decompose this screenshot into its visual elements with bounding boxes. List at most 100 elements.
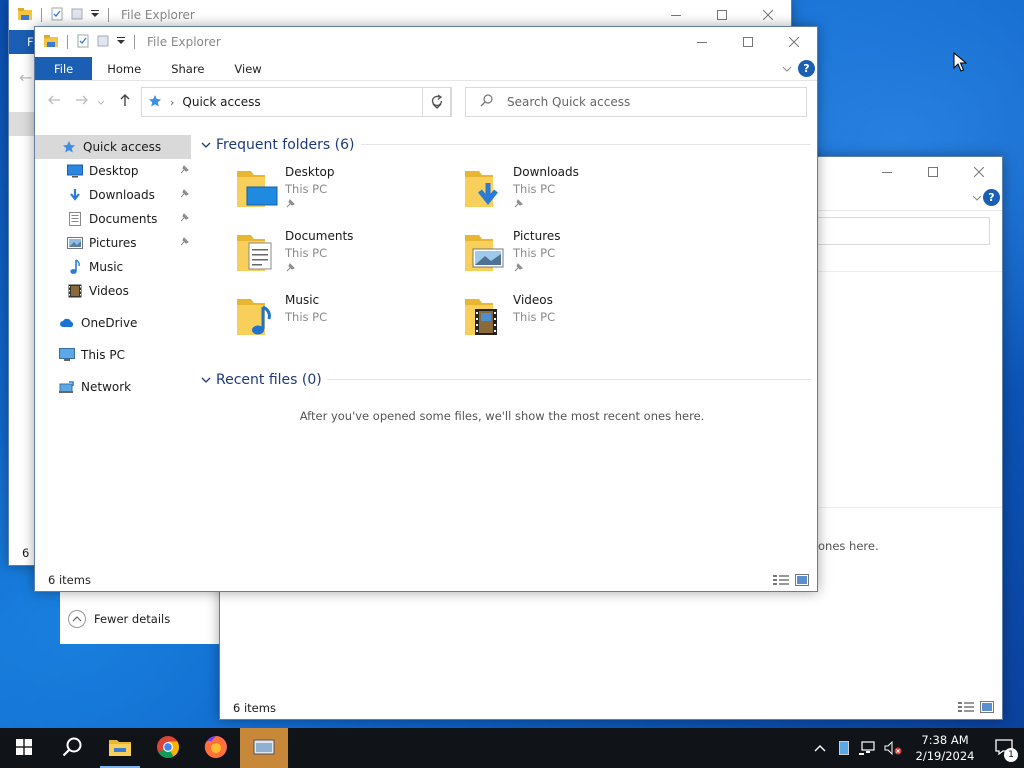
sidebar-item-label: Desktop [89, 164, 139, 178]
volume-muted-icon[interactable] [880, 741, 906, 755]
sidebar-item-quick-access[interactable]: Quick access [35, 135, 191, 159]
fewer-details-button[interactable]: Fewer details [94, 612, 170, 626]
search-icon [62, 737, 82, 760]
clock-time: 7:38 AM [921, 733, 969, 747]
pin-icon[interactable] [179, 212, 189, 226]
large-icons-view-icon[interactable] [980, 701, 994, 716]
sidebar-item-label: Pictures [89, 236, 137, 250]
qat-dropdown-icon[interactable] [116, 35, 126, 49]
navigation-pane: Quick access Desktop Downloads Documents… [35, 135, 191, 569]
tab-file[interactable]: File [35, 57, 93, 80]
refresh-button[interactable] [422, 87, 452, 117]
sidebar-item-onedrive[interactable]: OneDrive [35, 311, 191, 335]
taskbar-active-app[interactable] [240, 728, 288, 768]
sidebar-item-label: Videos [89, 284, 129, 298]
back-arrow-icon[interactable] [47, 94, 61, 109]
main-explorer-window[interactable]: File Explorer File Home Share View ? › Q… [34, 26, 818, 592]
folder-tile-documents[interactable]: Documents This PC [235, 229, 435, 285]
collapse-chevron-icon[interactable] [68, 610, 86, 628]
tab-home[interactable]: Home [92, 57, 156, 80]
help-icon[interactable]: ? [798, 60, 815, 77]
sidebar-item-this-pc[interactable]: This PC [35, 343, 191, 367]
up-arrow-icon[interactable] [119, 93, 131, 110]
large-icons-view-icon[interactable] [795, 574, 809, 589]
right-search-box[interactable] [790, 217, 990, 245]
refresh-icon [430, 93, 444, 111]
qat-separator [108, 8, 109, 22]
pin-icon[interactable] [179, 188, 189, 202]
folder-location: This PC [513, 246, 556, 260]
right-status-text: 6 items [233, 701, 276, 715]
maximize-button[interactable] [910, 157, 956, 187]
ribbon-expand-icon[interactable] [972, 191, 982, 205]
documents-folder-icon [235, 229, 281, 275]
pin-icon[interactable] [179, 236, 189, 250]
pin-icon[interactable] [179, 164, 189, 178]
search-input[interactable]: Search Quick access [507, 95, 630, 109]
back-arrow-icon[interactable]: ← [19, 68, 32, 87]
folder-tile-desktop[interactable]: Desktop This PC [235, 165, 435, 221]
taskbar-firefox[interactable] [192, 728, 240, 768]
chevron-down-icon[interactable] [201, 137, 211, 153]
help-icon[interactable]: ? [983, 189, 1000, 206]
ribbon-expand-icon[interactable] [782, 62, 792, 76]
search-button[interactable] [48, 728, 96, 768]
recent-files-header[interactable]: Recent files (0) [201, 370, 811, 390]
picture-icon [67, 235, 83, 251]
desktop-folder-icon [235, 165, 281, 211]
sidebar-item-label: Quick access [83, 140, 162, 154]
folder-tile-pictures[interactable]: Pictures This PC [463, 229, 663, 285]
recent-locations-icon[interactable] [97, 95, 105, 109]
status-bar: 6 items [35, 569, 817, 591]
sidebar-item-music[interactable]: Music [35, 255, 191, 279]
sidebar-item-downloads[interactable]: Downloads [35, 183, 191, 207]
properties-icon[interactable] [50, 7, 64, 24]
folder-icon [108, 737, 132, 760]
qat-separator [134, 35, 135, 49]
search-box[interactable]: Search Quick access [465, 87, 807, 117]
close-button[interactable] [771, 27, 817, 57]
chevron-down-icon[interactable] [201, 372, 211, 388]
chevron-up-icon[interactable] [808, 744, 832, 752]
sidebar-item-label: OneDrive [81, 316, 138, 330]
details-view-icon[interactable] [773, 574, 789, 589]
address-location[interactable]: Quick access [182, 95, 260, 109]
new-folder-icon[interactable] [96, 34, 110, 51]
folder-tile-downloads[interactable]: Downloads This PC [463, 165, 663, 221]
forward-arrow-icon[interactable] [75, 94, 89, 109]
folder-tile-videos[interactable]: Videos This PC [463, 293, 663, 349]
sidebar-item-pictures[interactable]: Pictures [35, 231, 191, 255]
sidebar-item-network[interactable]: Network [35, 375, 191, 399]
taskbar-chrome[interactable] [144, 728, 192, 768]
tab-view[interactable]: View [219, 57, 276, 80]
pictures-folder-icon [463, 229, 509, 275]
breadcrumb-chevron-icon[interactable]: › [170, 96, 174, 109]
folder-location: This PC [285, 246, 328, 260]
folder-tile-music[interactable]: Music This PC [235, 293, 435, 349]
address-bar[interactable]: › Quick access [141, 87, 451, 117]
properties-icon[interactable] [76, 34, 90, 51]
folder-name: Videos [513, 293, 553, 307]
back-nav-selection [9, 112, 35, 136]
minimize-button[interactable] [679, 27, 725, 57]
pin-icon [285, 198, 335, 212]
recent-empty-tail: ones here. [818, 539, 879, 553]
notifications-button[interactable]: 1 [984, 728, 1024, 768]
qat-dropdown-icon[interactable] [90, 8, 100, 22]
new-folder-icon[interactable] [70, 7, 84, 24]
taskbar-file-explorer[interactable] [96, 728, 144, 768]
sidebar-item-desktop[interactable]: Desktop [35, 159, 191, 183]
frequent-folders-header[interactable]: Frequent folders (6) [201, 135, 811, 155]
tab-share[interactable]: Share [156, 57, 219, 80]
folder-location: This PC [513, 182, 556, 196]
maximize-button[interactable] [725, 27, 771, 57]
start-button[interactable] [0, 728, 48, 768]
sidebar-item-videos[interactable]: Videos [35, 279, 191, 303]
tray-app-icon[interactable] [832, 741, 856, 755]
clock[interactable]: 7:38 AM 2/19/2024 [906, 732, 984, 764]
close-button[interactable] [956, 157, 1002, 187]
network-icon[interactable] [856, 741, 880, 755]
details-view-icon[interactable] [958, 701, 974, 716]
minimize-button[interactable] [864, 157, 910, 187]
sidebar-item-documents[interactable]: Documents [35, 207, 191, 231]
